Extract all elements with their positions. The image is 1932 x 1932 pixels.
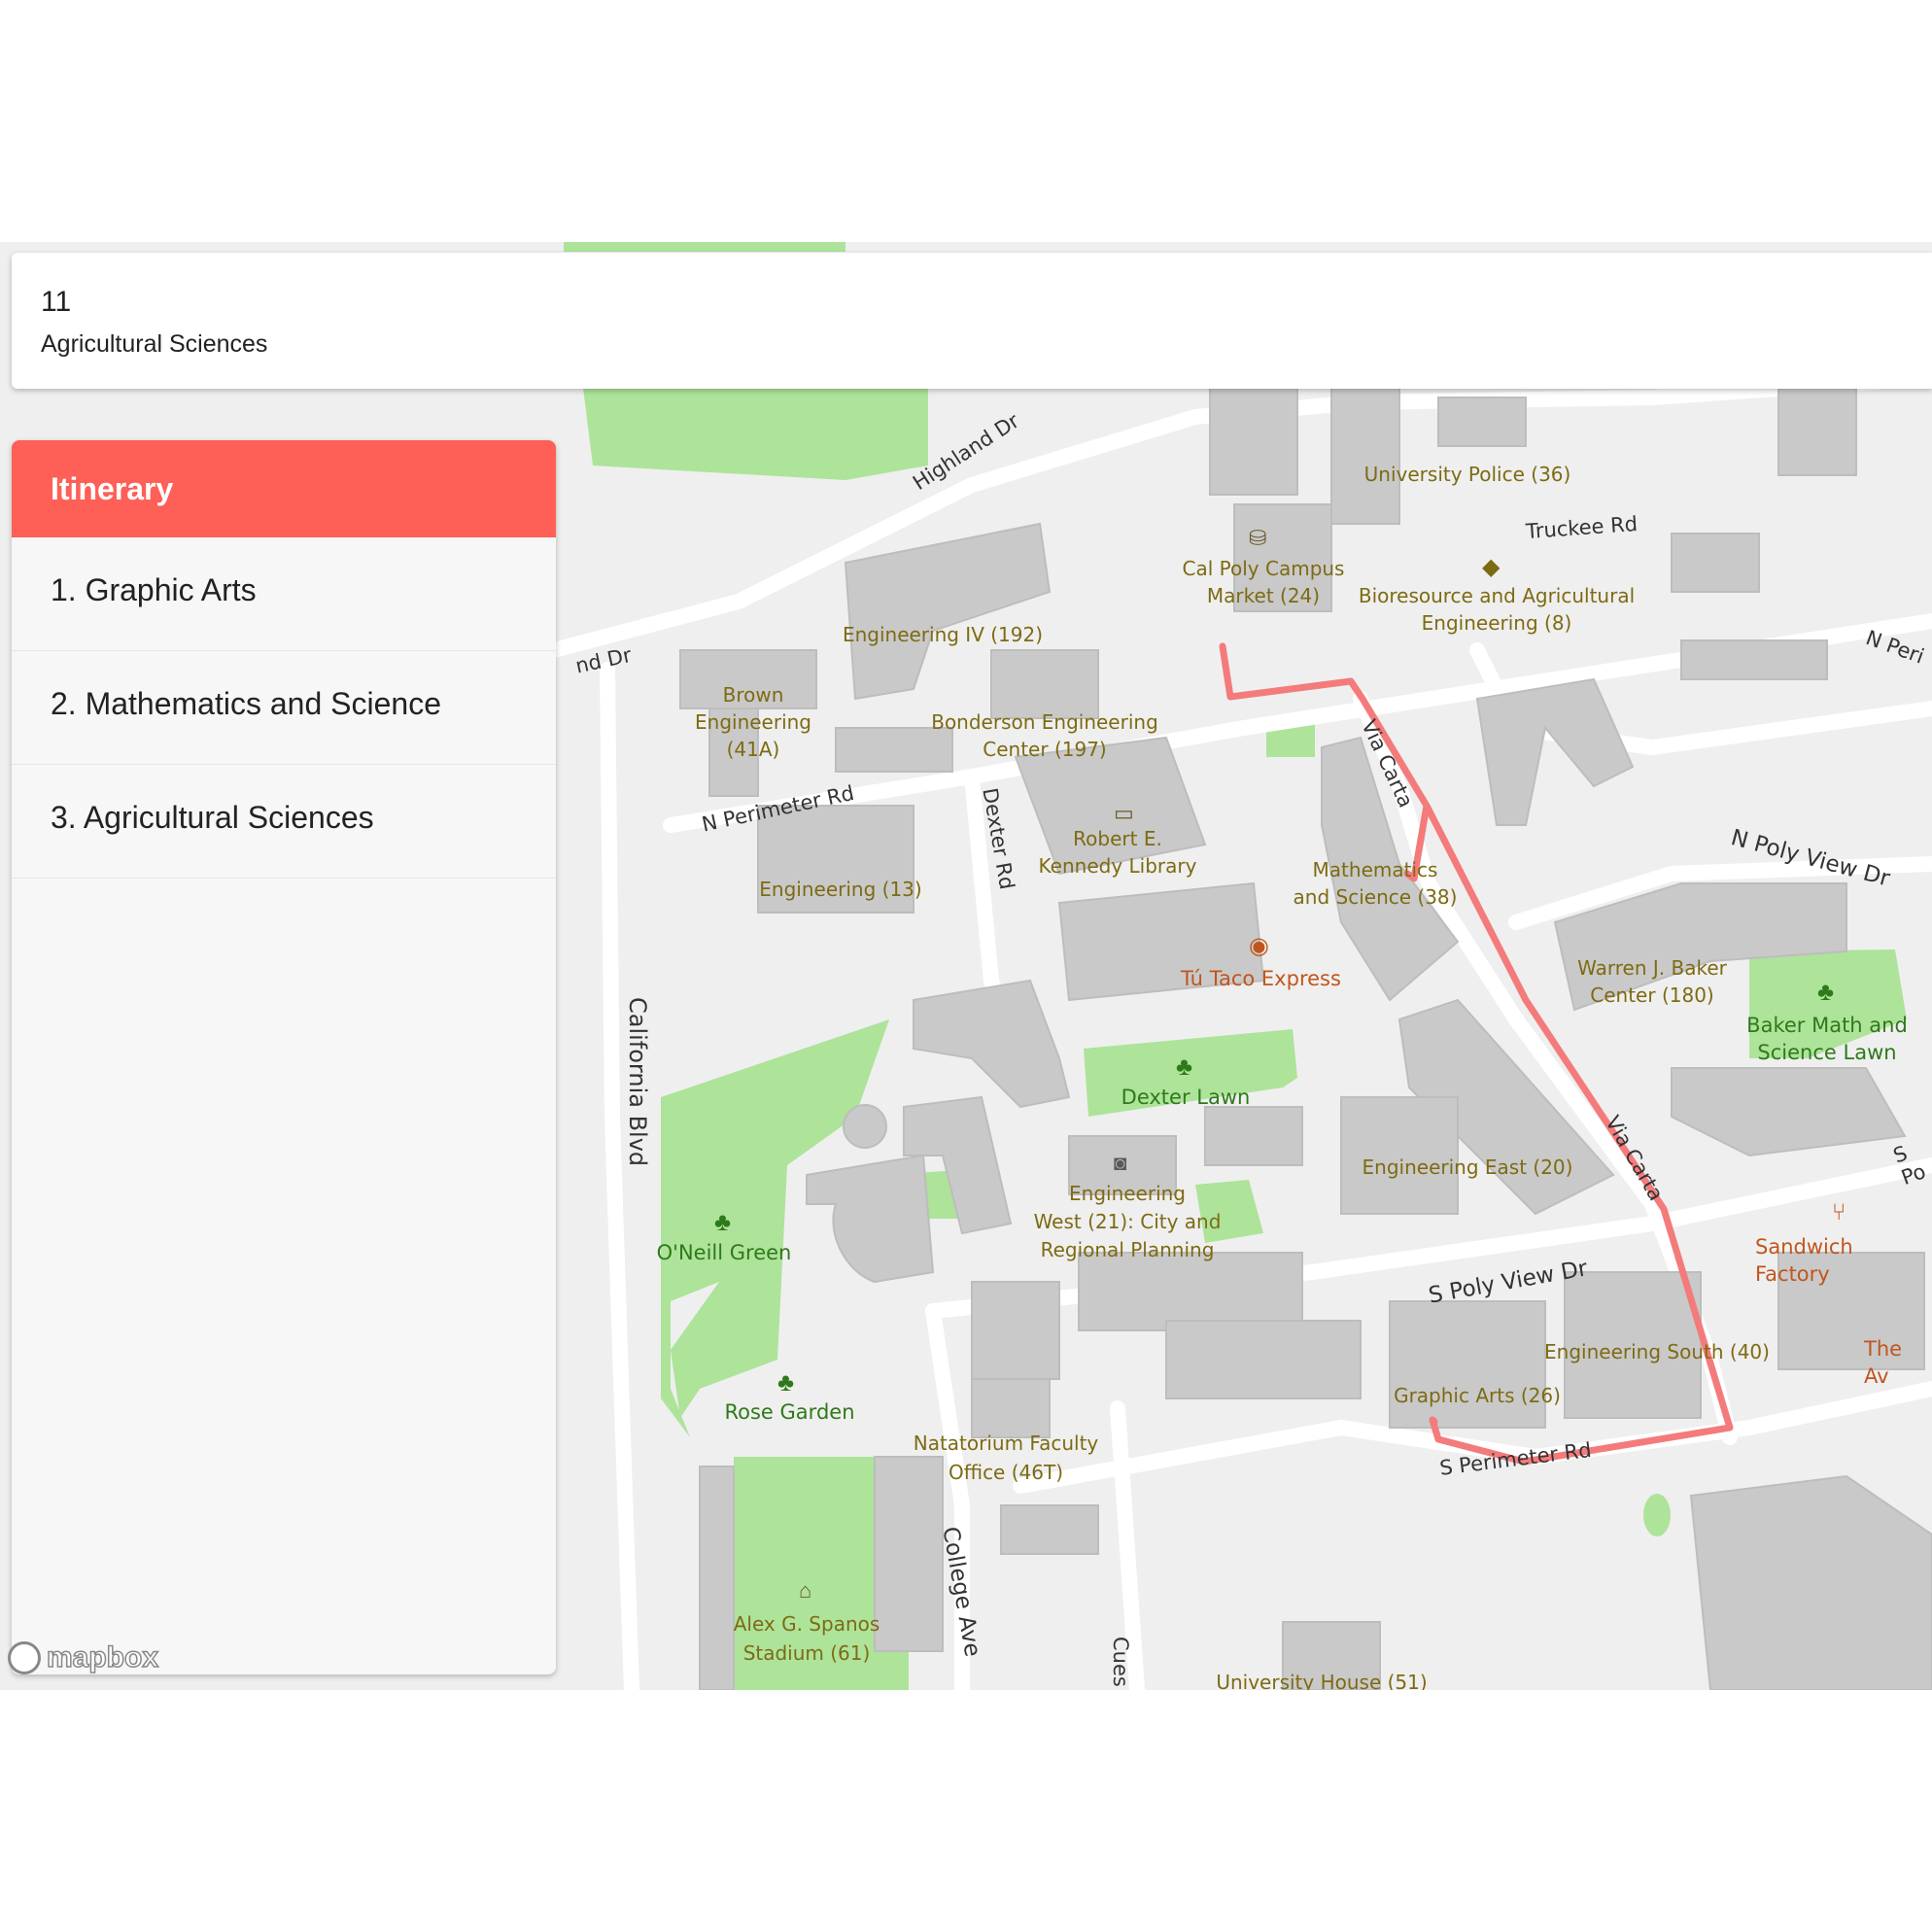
itinerary-panel: Itinerary 1. Graphic Arts 2. Mathematics… bbox=[12, 440, 556, 1674]
street-highland-dr: Highland Dr bbox=[909, 408, 1023, 496]
itinerary-item-mathematics-and-science[interactable]: 2. Mathematics and Science bbox=[12, 651, 556, 765]
street-s-poly-end: S Po bbox=[1890, 1141, 1929, 1190]
street-dexter-rd: Dexter Rd bbox=[978, 786, 1019, 892]
itinerary-item-graphic-arts[interactable]: 1. Graphic Arts bbox=[12, 537, 556, 651]
street-truckee-rd: Truckee Rd bbox=[1525, 512, 1639, 543]
street-s-poly-view-dr: S Poly View Dr bbox=[1427, 1256, 1590, 1309]
selected-location-card: 11 Agricultural Sciences bbox=[12, 253, 1932, 389]
street-california-blvd: California Blvd bbox=[624, 997, 651, 1167]
street-n-perimeter-rd: N Perimeter Rd bbox=[700, 780, 856, 837]
mapbox-icon bbox=[8, 1641, 41, 1674]
location-name: Agricultural Sciences bbox=[41, 330, 268, 358]
mapbox-logo[interactable]: mapbox bbox=[8, 1640, 159, 1675]
street-via-carta-2: Via Carta bbox=[1601, 1112, 1669, 1205]
street-highland-dr-end: nd Dr bbox=[573, 642, 634, 678]
mapbox-wordmark: mapbox bbox=[46, 1640, 159, 1674]
itinerary-title: Itinerary bbox=[12, 440, 556, 537]
street-n-perimeter-end: N Peri bbox=[1862, 626, 1927, 669]
street-cuesta: Cues bbox=[1109, 1637, 1132, 1687]
itinerary-item-agricultural-sciences[interactable]: 3. Agricultural Sciences bbox=[12, 765, 556, 879]
street-s-perimeter-rd: S Perimeter Rd bbox=[1438, 1437, 1593, 1480]
street-college-ave: College Ave bbox=[937, 1525, 985, 1659]
location-number: 11 bbox=[41, 286, 72, 318]
street-n-poly-view-dr: N Poly View Dr bbox=[1728, 825, 1893, 892]
street-via-carta-1: Via Carta bbox=[1357, 716, 1418, 811]
